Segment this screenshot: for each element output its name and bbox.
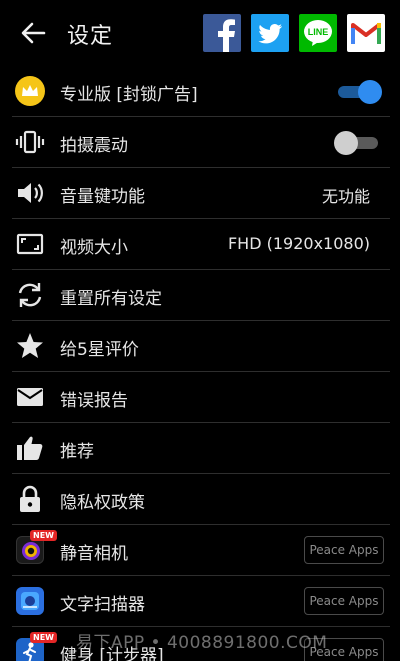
peace-apps-button[interactable]: Peace Apps bbox=[304, 536, 384, 564]
setting-row-pro-version[interactable]: 专业版 [封锁广告] bbox=[0, 66, 400, 117]
setting-label: 错误报告 bbox=[60, 391, 128, 411]
peace-apps-button[interactable]: Peace Apps bbox=[304, 587, 384, 615]
video-size-value: FHD (1920x1080) bbox=[227, 234, 370, 253]
line-icon[interactable]: LINE bbox=[299, 14, 337, 52]
reset-icon bbox=[14, 279, 46, 311]
setting-row-volume-key[interactable]: 音量键功能 无功能 bbox=[0, 168, 400, 219]
star-icon bbox=[14, 330, 46, 362]
app-label: 文字扫描器 bbox=[60, 595, 145, 615]
volume-icon bbox=[14, 177, 46, 209]
setting-row-privacy[interactable]: 隐私权政策 bbox=[0, 474, 400, 525]
app-label: 静音相机 bbox=[60, 544, 128, 564]
setting-label: 音量键功能 bbox=[60, 187, 145, 207]
top-app-bar: 设定 LINE bbox=[0, 0, 400, 66]
aspect-ratio-icon bbox=[14, 228, 46, 260]
line-label: LINE bbox=[308, 27, 329, 37]
setting-label: 专业版 [封锁广告] bbox=[60, 85, 198, 105]
setting-label: 推荐 bbox=[60, 442, 94, 462]
vibrate-icon bbox=[14, 126, 46, 158]
crown-icon bbox=[14, 75, 46, 107]
text-scanner-app-icon bbox=[16, 587, 44, 615]
setting-row-reset[interactable]: 重置所有设定 bbox=[0, 270, 400, 321]
setting-label: 视频大小 bbox=[60, 238, 128, 258]
new-badge: NEW bbox=[30, 632, 57, 643]
setting-label: 拍摄震动 bbox=[60, 136, 128, 156]
setting-label: 重置所有设定 bbox=[60, 289, 162, 309]
setting-label: 隐私权政策 bbox=[60, 493, 145, 513]
back-arrow-icon[interactable] bbox=[18, 18, 48, 48]
facebook-icon[interactable] bbox=[203, 14, 241, 52]
watermark-text: 易下APP • 4008891800.COM bbox=[76, 633, 328, 653]
thumbs-up-icon bbox=[14, 432, 46, 464]
mail-icon bbox=[14, 381, 46, 413]
vibration-toggle[interactable] bbox=[334, 131, 382, 155]
setting-label: 给5星评价 bbox=[60, 340, 139, 360]
page-title: 设定 bbox=[67, 24, 114, 49]
setting-row-shutter-vibration[interactable]: 拍摄震动 bbox=[0, 117, 400, 168]
volume-key-value: 无功能 bbox=[321, 187, 370, 206]
setting-row-bug-report[interactable]: 错误报告 bbox=[0, 372, 400, 423]
setting-row-video-size[interactable]: 视频大小 FHD (1920x1080) bbox=[0, 219, 400, 270]
twitter-icon[interactable] bbox=[251, 14, 289, 52]
pro-version-toggle[interactable] bbox=[334, 80, 382, 104]
setting-row-rate[interactable]: 给5星评价 bbox=[0, 321, 400, 372]
lock-icon bbox=[14, 483, 46, 515]
new-badge: NEW bbox=[30, 530, 57, 541]
app-row-silent-camera[interactable]: NEW 静音相机 Peace Apps bbox=[0, 525, 400, 576]
setting-row-recommend[interactable]: 推荐 bbox=[0, 423, 400, 474]
gmail-icon[interactable] bbox=[347, 14, 385, 52]
app-row-text-scanner[interactable]: 文字扫描器 Peace Apps bbox=[0, 576, 400, 627]
